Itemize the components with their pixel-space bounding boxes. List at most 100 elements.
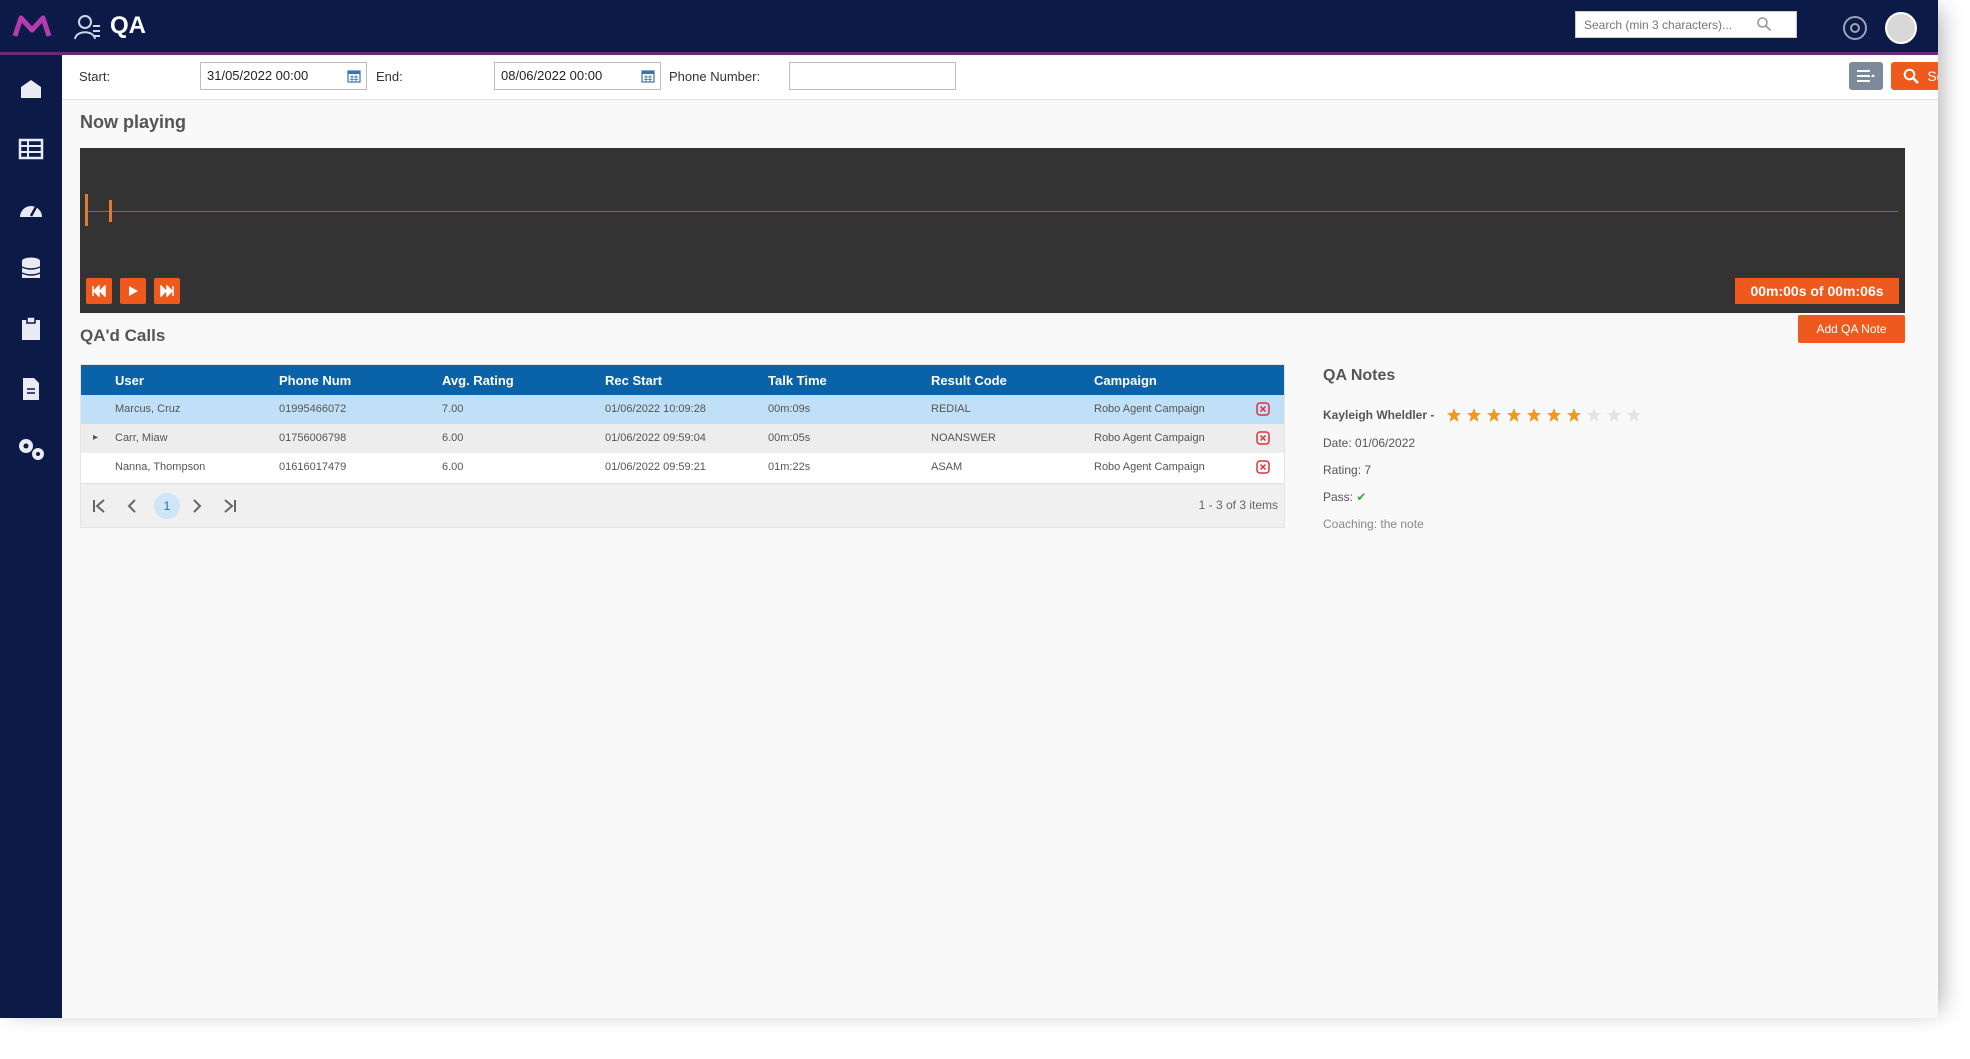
dashboard-grid-icon (18, 138, 44, 160)
qa-user-icon (74, 15, 100, 40)
star-empty-icon[interactable] (1586, 407, 1602, 423)
column-header-talk-time[interactable]: Talk Time (768, 373, 827, 388)
sidebar-item-reports[interactable] (0, 307, 62, 351)
playback-time: 00m:00s of 00m:06s (1735, 278, 1899, 304)
note-pass-label: Pass: (1323, 490, 1354, 504)
first-page-icon[interactable] (90, 497, 108, 515)
expand-row-toggle[interactable]: ▸ (93, 432, 98, 443)
now-playing-title: Now playing (80, 112, 187, 132)
column-header-rec-start[interactable]: Rec Start (605, 373, 662, 388)
sidebar-item-home[interactable] (0, 67, 62, 111)
grid-header: User Phone Num Avg. Rating Rec Start Tal… (81, 365, 1284, 395)
waveform-spike (109, 200, 112, 222)
search-button[interactable]: Search (1891, 62, 1938, 90)
page-title: QA (110, 12, 146, 39)
table-row[interactable]: Nanna, Thompson 01616017479 6.00 01/06/2… (81, 453, 1284, 482)
last-page-icon[interactable] (221, 497, 239, 515)
speedometer-icon (20, 206, 42, 217)
calendar-icon[interactable] (641, 69, 655, 83)
column-header-rating[interactable]: Avg. Rating (442, 373, 514, 388)
home-icon (21, 80, 41, 98)
brand-logo-icon[interactable] (12, 12, 52, 42)
cell-talk-time: 01m:22s (768, 461, 811, 473)
star-filled-icon[interactable] (1566, 407, 1582, 423)
play-icon (129, 286, 138, 296)
cell-rec-start: 01/06/2022 09:59:21 (605, 461, 706, 473)
user-avatar[interactable] (1885, 12, 1917, 44)
cell-rating: 7.00 (442, 403, 464, 415)
cell-campaign: Robo Agent Campaign (1094, 432, 1205, 444)
search-icon[interactable] (1756, 16, 1772, 32)
sidebar-item-documents[interactable] (0, 367, 62, 411)
add-qa-note-button[interactable]: Add QA Note (1798, 315, 1905, 343)
delete-icon[interactable] (1256, 402, 1270, 416)
calendar-icon[interactable] (347, 69, 361, 83)
star-filled-icon[interactable] (1486, 407, 1502, 423)
note-comment: Coaching: the note (1323, 517, 1424, 531)
end-date-field[interactable]: 08/06/2022 00:00 (494, 62, 661, 90)
rewind-button[interactable] (86, 278, 112, 304)
cell-talk-time: 00m:09s (768, 403, 811, 415)
sidebar-item-settings[interactable] (0, 427, 62, 471)
column-header-result-code[interactable]: Result Code (931, 373, 1007, 388)
cell-result-code: REDIAL (931, 403, 971, 415)
phone-number-field[interactable] (789, 62, 956, 90)
current-page[interactable]: 1 (154, 493, 180, 519)
table-row[interactable]: Marcus, Cruz 01995466072 7.00 01/06/2022… (81, 395, 1284, 424)
star-filled-icon[interactable] (1526, 407, 1542, 423)
filter-bar: Start: 31/05/2022 00:00 End: 08/06/2022 … (62, 55, 1938, 100)
top-bar: QA (0, 0, 1938, 55)
column-header-phone[interactable]: Phone Num (279, 373, 351, 388)
play-button[interactable] (120, 278, 146, 304)
search-button-label: Search (1927, 68, 1938, 84)
cell-rating: 6.00 (442, 432, 464, 444)
star-filled-icon[interactable] (1546, 407, 1562, 423)
grid-pager: 1 1 - 3 of 3 items (81, 483, 1284, 527)
star-empty-icon[interactable] (1606, 407, 1622, 423)
star-empty-icon[interactable] (1626, 407, 1642, 423)
cell-rec-start: 01/06/2022 09:59:04 (605, 432, 706, 444)
sidebar-item-performance[interactable] (0, 187, 62, 231)
next-page-icon[interactable] (188, 497, 206, 515)
cell-phone: 01995466072 (279, 403, 347, 415)
star-filled-icon[interactable] (1466, 407, 1482, 423)
start-date-field[interactable]: 31/05/2022 00:00 (200, 62, 367, 90)
cell-result-code: ASAM (931, 461, 963, 473)
delete-icon[interactable] (1256, 460, 1270, 474)
cell-phone: 01756006798 (279, 432, 347, 444)
cell-talk-time: 00m:05s (768, 432, 811, 444)
clipboard-icon (22, 316, 40, 340)
star-filled-icon[interactable] (1506, 407, 1522, 423)
delete-icon[interactable] (1256, 431, 1270, 445)
previous-page-icon[interactable] (123, 497, 141, 515)
search-icon (1904, 68, 1920, 84)
star-filled-icon[interactable] (1446, 407, 1462, 423)
cell-phone: 01616017479 (279, 461, 347, 473)
column-header-campaign[interactable]: Campaign (1094, 373, 1157, 388)
rewind-icon (92, 285, 106, 297)
qa-calls-title: QA'd Calls (80, 326, 166, 345)
waveform[interactable] (86, 211, 1898, 212)
table-row[interactable]: ▸ Carr, Miaw 01756006798 6.00 01/06/2022… (81, 424, 1284, 453)
settings-cogs-icon (19, 439, 44, 460)
audio-player: 00m:00s of 00m:06s (80, 148, 1905, 313)
fast-forward-button[interactable] (154, 278, 180, 304)
pass-check-icon: ✔ (1356, 490, 1367, 504)
pager-info: 1 - 3 of 3 items (1198, 498, 1278, 512)
app-window: QA Search (min 3 characters)... Start: 3… (0, 0, 1938, 1018)
column-header-user[interactable]: User (115, 373, 144, 388)
cell-result-code: NOANSWER (931, 432, 996, 444)
qa-notes-title: QA Notes (1323, 367, 1396, 384)
phone-number-label: Phone Number: (669, 69, 761, 84)
qa-calls-grid: User Phone Num Avg. Rating Rec Start Tal… (80, 364, 1285, 528)
column-options-button[interactable] (1849, 62, 1883, 90)
note-pass: Pass: ✔ (1323, 490, 1366, 504)
cell-campaign: Robo Agent Campaign (1094, 461, 1205, 473)
sidebar-item-dashboard[interactable] (0, 127, 62, 171)
sidebar-nav (0, 55, 62, 1018)
help-icon[interactable] (1842, 15, 1868, 41)
cell-rating: 6.00 (442, 461, 464, 473)
sidebar-item-data[interactable] (0, 247, 62, 291)
cell-user: Carr, Miaw (115, 432, 168, 444)
star-rating (1446, 407, 1642, 423)
